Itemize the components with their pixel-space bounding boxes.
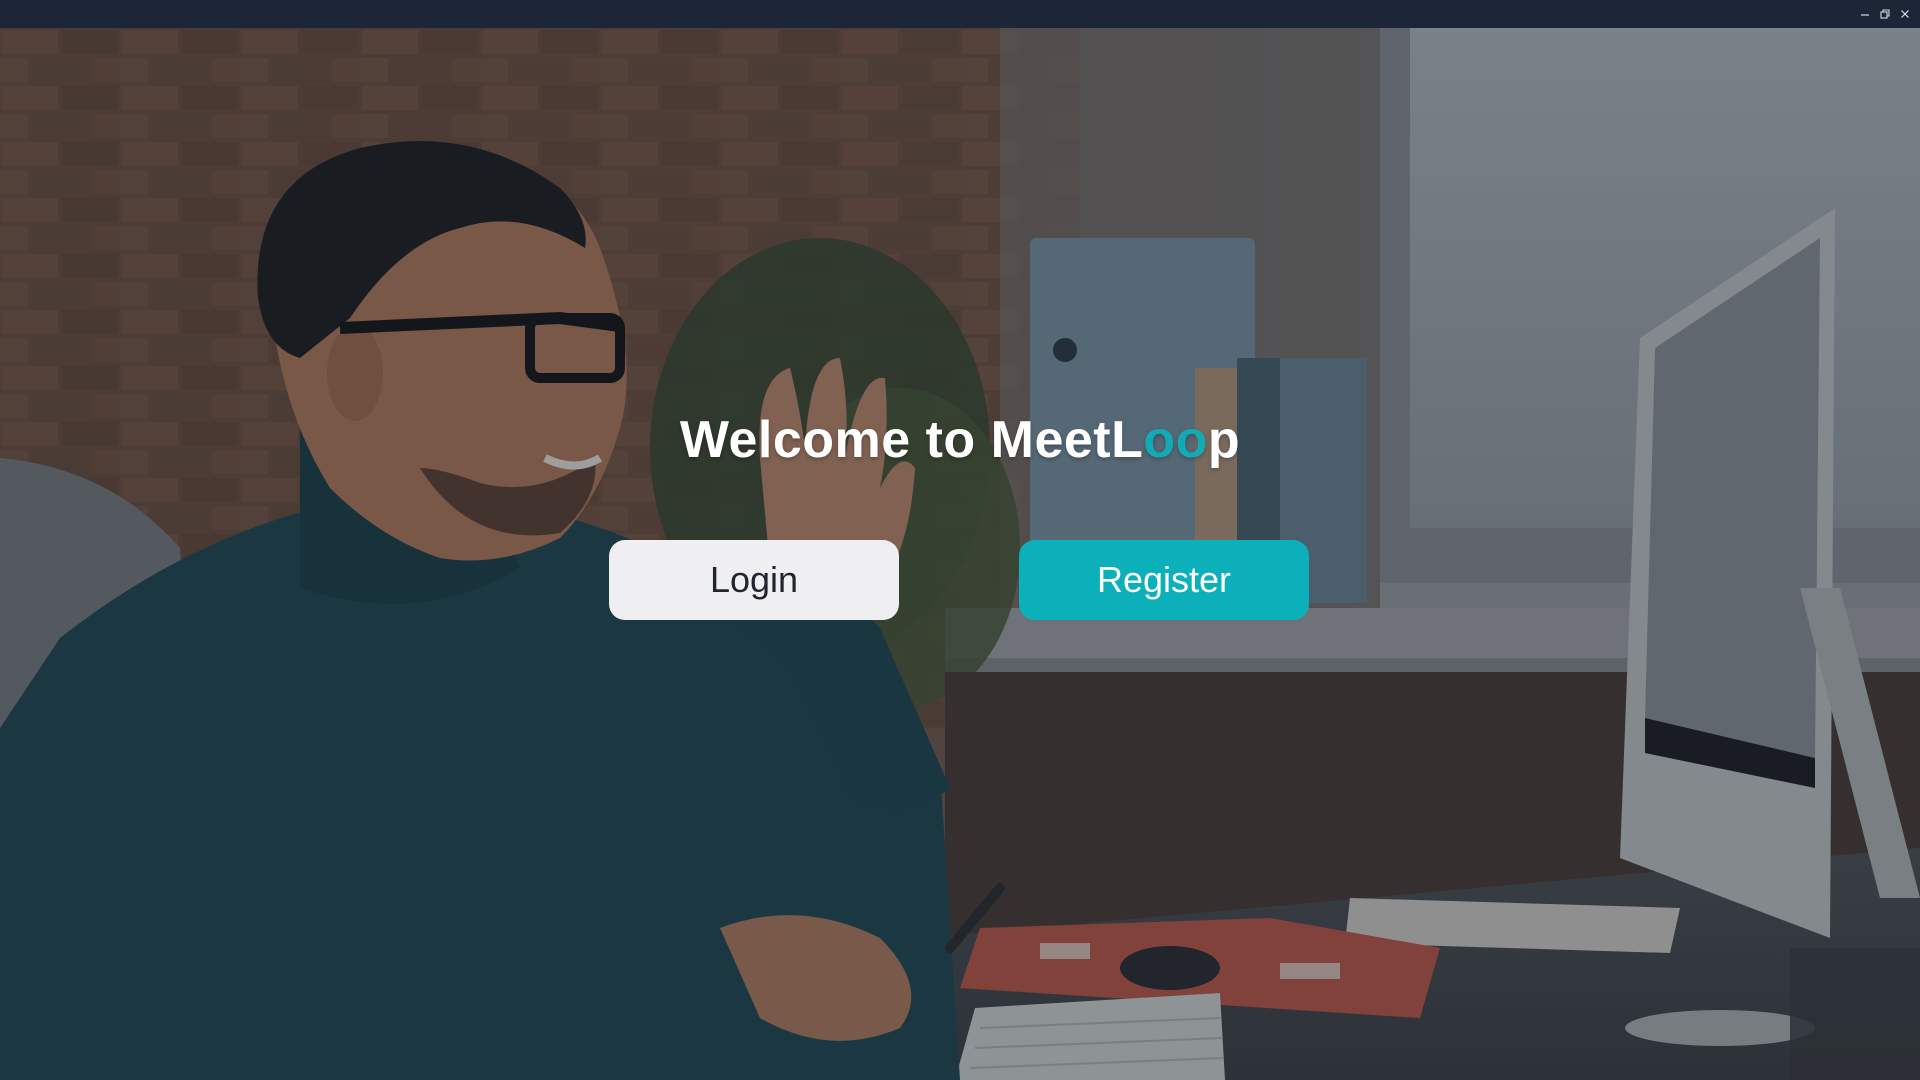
hero-section: Welcome to MeetLoop Login Register: [0, 28, 1920, 1080]
welcome-title-accent: oo: [1143, 411, 1208, 469]
register-button[interactable]: Register: [1019, 540, 1309, 620]
minimize-icon[interactable]: [1860, 9, 1870, 19]
title-bar: [0, 0, 1920, 28]
welcome-heading: Welcome to MeetLoop: [0, 410, 1920, 470]
close-icon[interactable]: [1900, 9, 1910, 19]
login-button[interactable]: Login: [609, 540, 899, 620]
welcome-title-prefix: Welcome to MeetL: [679, 411, 1144, 469]
window-controls: [1860, 4, 1910, 24]
background-overlay: [0, 28, 1920, 1080]
app-window: Welcome to MeetLoop Login Register: [0, 0, 1920, 1080]
restore-icon[interactable]: [1880, 9, 1890, 19]
welcome-title-suffix: p: [1207, 411, 1241, 469]
